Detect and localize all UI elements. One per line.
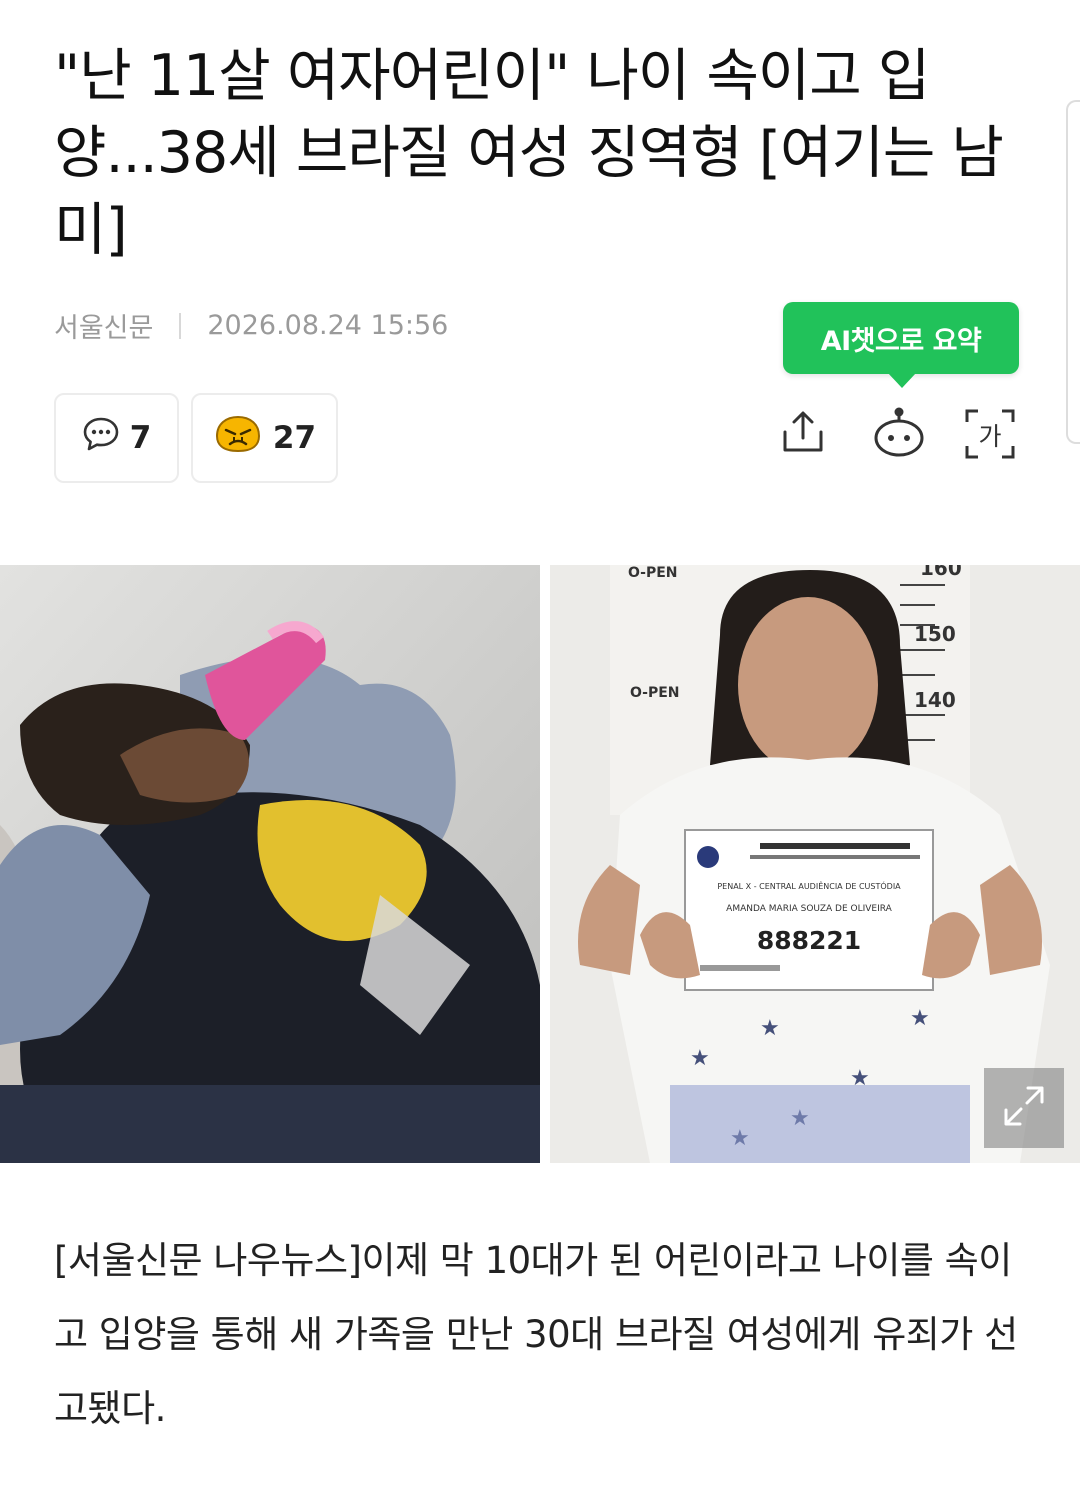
svg-text:★: ★ — [910, 1006, 930, 1031]
svg-text:★: ★ — [690, 1046, 710, 1071]
font-size-button[interactable]: 가 — [964, 404, 1016, 464]
comment-icon — [82, 416, 120, 460]
reaction-count-button[interactable]: 27 — [191, 393, 338, 483]
scrollbar[interactable] — [1066, 100, 1080, 444]
ai-summary-button[interactable]: AI챗으로 요약 — [783, 302, 1019, 388]
share-icon — [779, 408, 827, 460]
expand-icon — [1000, 1082, 1048, 1134]
publisher-name[interactable]: 서울신문 — [54, 306, 153, 345]
font-size-glyph: 가 — [978, 422, 1002, 451]
expand-image-button[interactable] — [984, 1068, 1064, 1148]
share-button[interactable] — [778, 404, 828, 464]
comment-count: 7 — [129, 420, 152, 456]
board-number-text: 888221 — [757, 926, 861, 955]
publish-timestamp: 2026.08.24 15:56 — [207, 310, 449, 341]
comment-count-button[interactable]: 7 — [54, 393, 179, 483]
ai-summary-label: AI챗으로 요약 — [820, 325, 982, 357]
robot-icon — [872, 405, 926, 463]
board-name-text: AMANDA MARIA SOUZA DE OLIVEIRA — [726, 904, 892, 914]
article-meta: 서울신문 2026.08.24 15:56 — [54, 306, 448, 345]
height-scale-160: 160 — [920, 565, 962, 580]
svg-text:★: ★ — [760, 1016, 780, 1041]
article-headline: "난 11살 여자어린이" 나이 속이고 입양...38세 브라질 여성 징역형… — [54, 43, 1004, 263]
reaction-count: 27 — [272, 420, 317, 456]
ai-chatbot-button[interactable] — [872, 404, 926, 464]
height-scale-140: 140 — [914, 688, 956, 712]
meta-divider — [179, 312, 182, 339]
article-photo-left[interactable] — [0, 565, 540, 1163]
font-size-icon: 가 — [964, 408, 1016, 460]
angry-face-icon — [213, 414, 263, 462]
board-unit-text: PENAL X - CENTRAL AUDIÊNCIA DE CUSTÓDIA — [717, 880, 901, 891]
svg-text:O-PEN: O-PEN — [630, 685, 680, 701]
article-body: [서울신문 나우뉴스]이제 막 10대가 된 어린이라고 나이를 속이고 입양을… — [54, 1239, 1018, 1430]
svg-text:O-PEN: O-PEN — [628, 565, 678, 581]
